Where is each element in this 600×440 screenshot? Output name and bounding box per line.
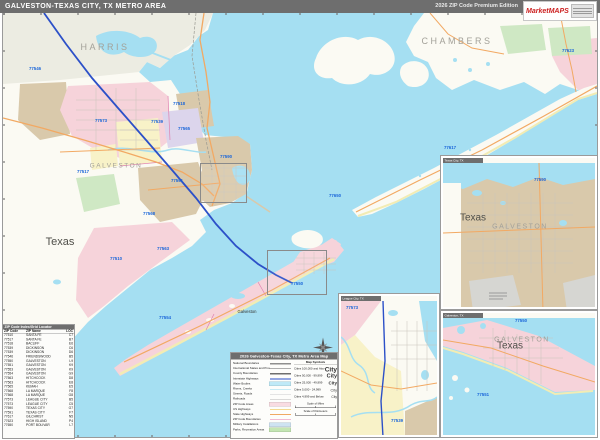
inset-texas-city: Texas City, TX: [441, 156, 597, 309]
legend-item-label: Railroads: [233, 398, 270, 401]
texas-city-inset-indicator: [200, 163, 247, 203]
legend-swatch: [269, 402, 291, 407]
inset-texas-city-graphic: [443, 163, 595, 309]
legend-swatch: [270, 419, 291, 420]
legend-swatch: [270, 389, 291, 390]
legend-city-classes: Cities 100,000 and Above City Cities 50,…: [294, 366, 337, 401]
legend-swatch: [270, 409, 291, 410]
legend-swatch: [270, 378, 291, 379]
legend-swatch: [269, 382, 291, 387]
city-sample-text: City: [325, 365, 337, 373]
city-sample-text: City: [331, 388, 337, 393]
city-class-label: Cities 5,000 - 24,999: [294, 389, 331, 392]
city-sample-text: City: [328, 381, 337, 386]
zip-index-table: ZIP Code ZIP Name LOC 77510 SANTA FE C7: [3, 330, 74, 429]
city-sample-text: City: [327, 373, 337, 379]
map-legend: 2026 Galveston-Texas City, TX Metro Area…: [230, 352, 338, 439]
scale-group: Scale of Miles: [294, 403, 337, 409]
city-class-label: Cities 4,999 and Below: [294, 396, 331, 399]
brand-text: MarketMAPS: [526, 8, 569, 15]
inset-league-city-graphic: [341, 301, 437, 437]
legend-swatch: [269, 428, 291, 433]
inset-galveston: Galveston, TX: [441, 311, 597, 437]
legend-swatch: [270, 399, 291, 400]
scale-group: Scale of Kilometers: [294, 410, 337, 416]
name-cell: PORT BOLIVAR: [25, 424, 62, 428]
legend-items: National Boundaries International States…: [233, 361, 291, 432]
legend-item-label: Parks, Recreation Areas: [233, 428, 269, 431]
inset-galveston-graphic: [443, 318, 595, 437]
legend-item-label: Rivers, Creeks: [233, 388, 270, 391]
inset-galveston-title: Galveston, TX: [443, 313, 483, 318]
legend-item-label: County Boundaries: [233, 372, 270, 375]
city-class-row: Cities 5,000 - 24,999 City: [294, 387, 337, 394]
inset-texas-city-title: Texas City, TX: [443, 158, 483, 163]
legend-item-label: National Boundaries: [233, 362, 270, 365]
scale-bar: [295, 406, 336, 408]
legend-swatch: [270, 368, 291, 369]
legend-item-label: ZIP Code Boundaries: [233, 418, 270, 421]
zip-cell: 77650: [3, 424, 25, 428]
legend-swatch: [270, 363, 291, 365]
legend-scales: Scale of Miles Scale of Kilometers: [294, 403, 337, 416]
legend-item-label: Streets, Roads: [233, 393, 270, 396]
legend-symbols-heading: Map Symbols: [294, 361, 337, 365]
legend-item-label: Military Installations: [233, 423, 269, 426]
legend-item-label: International States and Provinces: [233, 367, 270, 370]
galveston-inset-indicator: [267, 250, 327, 295]
stock-label: [571, 4, 594, 18]
inset-league-city-title: League City, TX: [341, 296, 381, 301]
legend-item-label: Water Bodies: [233, 382, 269, 385]
legend-item-label: US Highways: [233, 408, 270, 411]
city-class-row: Cities 50,000 - 99,999 City: [294, 373, 337, 380]
zip-code-index: ZIP Code Index/Grid Locator ZIP Code ZIP…: [2, 324, 75, 439]
edition-label: 2026 ZIP Code Premium Edition: [435, 3, 518, 9]
legend-item-label: ZIP Code Areas: [233, 403, 269, 406]
city-sample-text: City: [331, 395, 337, 399]
title-bar: GALVESTON-TEXAS CITY, TX METRO AREA 2026…: [0, 0, 600, 13]
inset-league-city: League City, TX: [339, 294, 439, 437]
city-class-row: Cities 4,999 and Below City: [294, 394, 337, 401]
wall-map-sheet: GALVESTON-TEXAS CITY, TX METRO AREA 2026…: [0, 0, 600, 440]
city-class-row: Cities 25,000 - 49,999 City: [294, 380, 337, 387]
legend-swatch: [270, 414, 291, 415]
city-class-label: Cities 50,000 - 99,999: [294, 375, 327, 378]
legend-swatch: [270, 373, 291, 375]
scale-bar: [295, 414, 336, 416]
legend-item-label: State Highways: [233, 413, 270, 416]
legend-swatch: [269, 422, 291, 427]
loc-cell: L7: [62, 424, 74, 428]
map-title: GALVESTON-TEXAS CITY, TX METRO AREA: [5, 3, 166, 10]
city-class-label: Cities 100,000 and Above: [294, 368, 325, 371]
city-class-label: Cities 25,000 - 49,999: [294, 382, 328, 385]
grid-ticks-top: [3, 13, 597, 15]
zip-table-row: 77650 PORT BOLIVAR L7: [3, 424, 74, 428]
legend-item-label: Interstate Highways: [233, 377, 270, 380]
legend-item: Parks, Recreation Areas: [233, 427, 291, 432]
city-class-row: Cities 100,000 and Above City: [294, 366, 337, 373]
legend-swatch: [270, 394, 291, 395]
marketmaps-logo: MarketMAPS: [523, 1, 597, 21]
